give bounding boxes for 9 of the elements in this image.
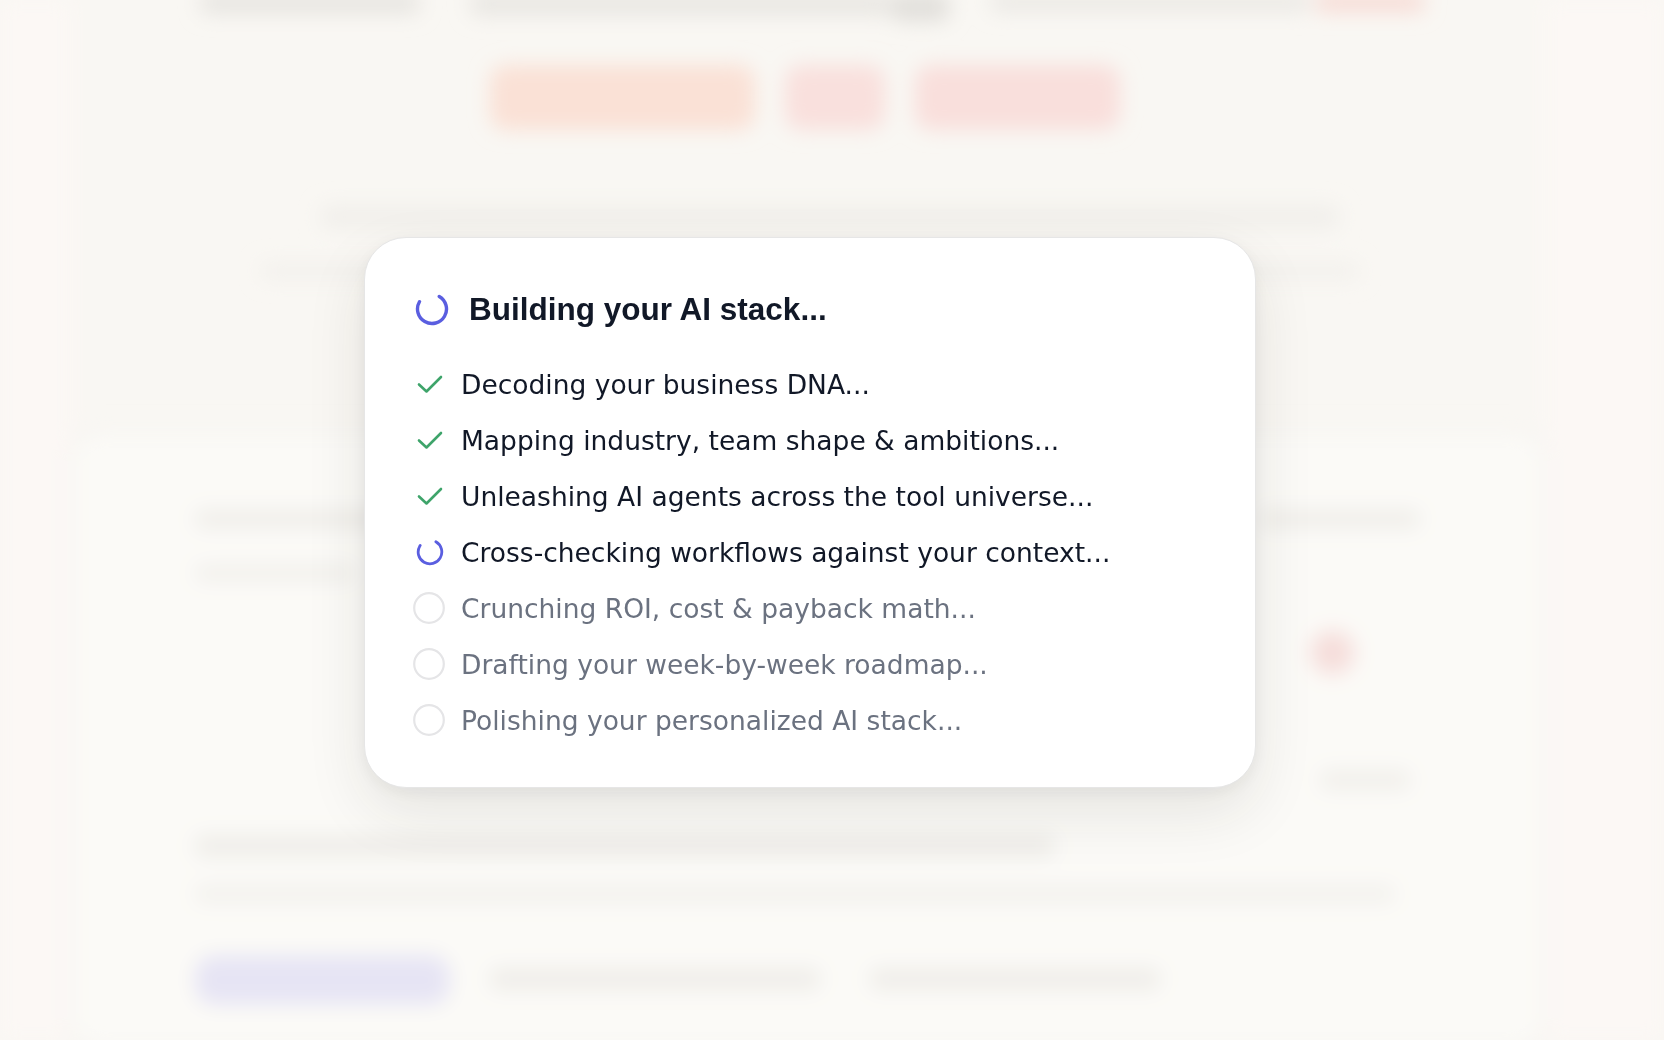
empty-circle-icon [413, 648, 445, 680]
step-label: Polishing your personalized AI stack... [461, 704, 963, 736]
spinner-icon [415, 292, 449, 326]
spinner-icon [416, 538, 444, 566]
checkmark-icon [417, 430, 443, 450]
empty-circle-icon [413, 704, 445, 736]
checkmark-icon [417, 374, 443, 394]
checkmark-icon [417, 486, 443, 506]
empty-circle-icon [413, 592, 445, 624]
